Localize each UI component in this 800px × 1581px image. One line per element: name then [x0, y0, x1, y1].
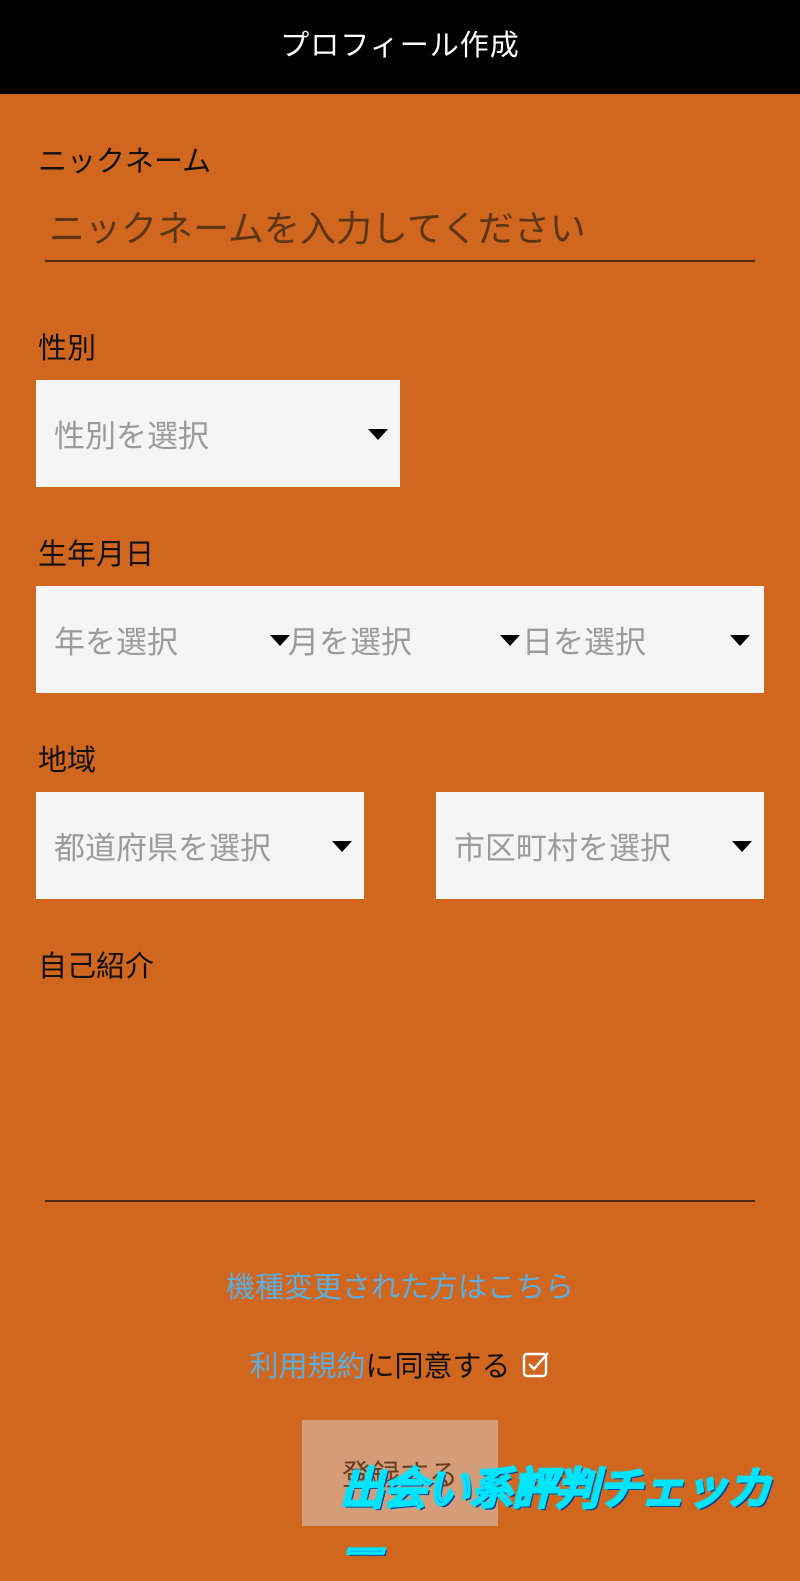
- birthday-label: 生年月日: [38, 537, 155, 571]
- checkbox-checked-icon[interactable]: [521, 1349, 551, 1379]
- month-select-text: 月を選択: [288, 625, 412, 661]
- nickname-input[interactable]: [45, 198, 755, 262]
- prefecture-select[interactable]: 都道府県を選択: [36, 792, 364, 899]
- device-change-link[interactable]: 機種変更された方はこちら: [226, 1270, 574, 1304]
- year-select-text: 年を選択: [54, 625, 178, 661]
- gender-label: 性別: [38, 331, 97, 365]
- bio-label: 自己紹介: [38, 949, 155, 983]
- bio-textarea[interactable]: [45, 990, 755, 1200]
- terms-link[interactable]: 利用規約: [249, 1343, 365, 1385]
- birthday-select-group: 年を選択 月を選択 日を選択: [36, 586, 764, 693]
- day-select-text: 日を選択: [522, 625, 646, 661]
- day-select[interactable]: 日を選択: [504, 586, 764, 693]
- bio-underline: [45, 1200, 755, 1202]
- year-select[interactable]: 年を選択: [36, 586, 290, 693]
- caret-down-icon: [368, 428, 388, 440]
- gender-select[interactable]: 性別を選択: [36, 380, 400, 487]
- header-bar: プロフィール作成: [0, 0, 800, 94]
- caret-down-icon: [732, 840, 752, 852]
- nickname-label: ニックネーム: [38, 144, 212, 178]
- terms-agree-row: 利用規約 に同意する: [0, 1343, 800, 1385]
- caret-down-icon: [730, 634, 750, 646]
- city-select[interactable]: 市区町村を選択: [436, 792, 764, 899]
- month-select[interactable]: 月を選択: [270, 586, 520, 693]
- watermark-text: 出会い系評判チェッカー: [339, 1463, 772, 1580]
- city-select-text: 市区町村を選択: [454, 831, 671, 867]
- prefecture-select-text: 都道府県を選択: [54, 831, 271, 867]
- gender-select-text: 性別を選択: [54, 419, 209, 455]
- page-title: プロフィール作成: [280, 28, 520, 62]
- region-label: 地域: [38, 743, 97, 777]
- caret-down-icon: [332, 840, 352, 852]
- terms-agree-text: に同意する: [365, 1349, 511, 1383]
